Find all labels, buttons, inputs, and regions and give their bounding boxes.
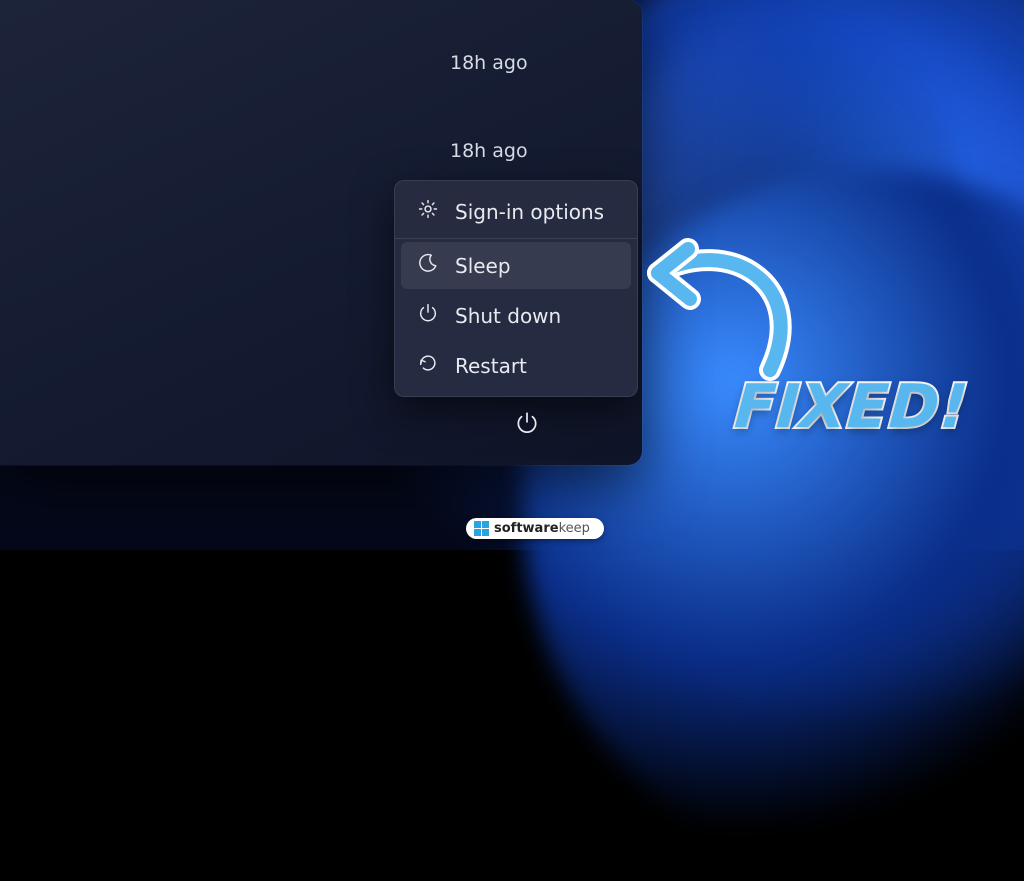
power-button[interactable]: [505, 403, 549, 447]
callout-fixed-label: FIXED!: [733, 372, 972, 442]
power-icon: [417, 302, 439, 329]
menu-item-label: Sleep: [455, 254, 511, 278]
start-menu-panel: 18h ago 18h ago Sign-in options Sleep: [0, 0, 642, 465]
power-menu: Sign-in options Sleep Shut down: [394, 180, 638, 397]
menu-item-label: Shut down: [455, 304, 561, 328]
brand-name: softwarekeep: [494, 521, 590, 536]
shutdown-item[interactable]: Shut down: [401, 292, 631, 339]
moon-icon: [417, 252, 439, 279]
gear-icon: [417, 198, 439, 225]
signin-options-item[interactable]: Sign-in options: [401, 188, 631, 235]
menu-separator: [395, 238, 637, 239]
start-panel-footer: [0, 395, 642, 465]
restart-item[interactable]: Restart: [401, 342, 631, 389]
power-icon: [514, 410, 540, 440]
brand-logo-icon: [474, 521, 489, 536]
recent-item-time: 18h ago: [450, 140, 528, 162]
sleep-item[interactable]: Sleep: [401, 242, 631, 289]
brand-badge: softwarekeep: [466, 518, 604, 539]
restart-icon: [417, 352, 439, 379]
menu-item-label: Sign-in options: [455, 200, 604, 224]
menu-item-label: Restart: [455, 354, 527, 378]
recent-item-time: 18h ago: [450, 52, 528, 74]
